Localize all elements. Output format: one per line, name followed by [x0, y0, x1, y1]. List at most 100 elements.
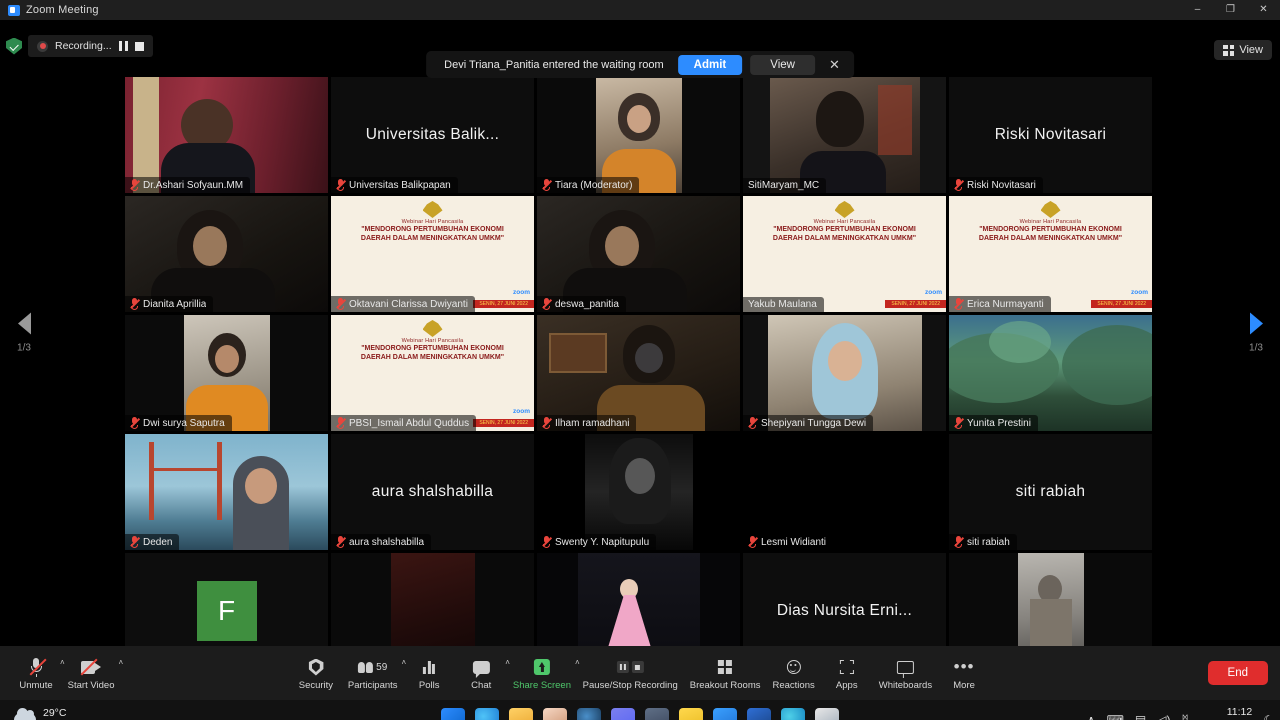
participant-tile[interactable]: Universitas Balik... Universitas Balikpa… — [331, 77, 534, 193]
participant-tile[interactable]: Dwi surya Saputra — [125, 315, 328, 431]
shield-check-icon[interactable] — [6, 37, 22, 55]
participant-tile[interactable]: deswa_panitia — [537, 196, 740, 312]
whiteboards-button[interactable]: Whiteboards — [873, 652, 938, 694]
taskbar-icon-steam[interactable] — [577, 708, 601, 720]
microphone-muted-icon — [336, 179, 345, 191]
participant-tile[interactable]: F Friska Chintia Kemiliani — [125, 553, 328, 646]
taskbar-icon-zoom[interactable] — [713, 708, 737, 720]
next-page-control[interactable]: 1/3 — [1238, 312, 1274, 354]
window-title: Zoom Meeting — [26, 4, 99, 16]
participant-tile[interactable]: Dr.Ashari Sofyaun.MM — [125, 77, 328, 193]
close-button[interactable]: ✕ — [1247, 0, 1280, 20]
participant-tile[interactable]: PBSI_IKA SEPTIANI TAUFAN — [949, 553, 1152, 646]
participant-name-badge: Universitas Balikpapan — [331, 177, 458, 193]
tray-chevron-icon[interactable]: ∧ — [1087, 714, 1096, 720]
participant-name: PBSI_Ismail Abdul Quddus — [349, 417, 470, 429]
participant-tile[interactable]: Webinar Hari Pancasila "MENDORONG PERTUM… — [331, 196, 534, 312]
pause-stop-recording-button[interactable]: Pause/Stop Recording — [577, 652, 684, 694]
microphone-muted-icon — [748, 536, 757, 548]
participant-name: Dianita Aprillia — [143, 298, 207, 310]
minimize-button[interactable]: – — [1181, 0, 1214, 20]
participant-tile[interactable]: Dianita Aprillia — [125, 196, 328, 312]
notifications-icon[interactable]: ☾ — [1263, 714, 1274, 720]
chevron-left-icon[interactable] — [17, 312, 31, 335]
whiteboards-label: Whiteboards — [878, 680, 933, 691]
participant-tile[interactable]: RIRIN — [537, 553, 740, 646]
taskbar-icon-anime-app[interactable] — [543, 708, 567, 720]
end-meeting-button[interactable]: End — [1207, 661, 1268, 685]
participant-tile[interactable]: siti rabiah siti rabiah — [949, 434, 1152, 550]
admit-button[interactable]: Admit — [677, 54, 743, 75]
breakout-rooms-button[interactable]: Breakout Rooms — [684, 652, 767, 694]
participant-name: Yakub Maulana — [748, 299, 817, 310]
chat-label: Chat — [471, 680, 492, 691]
garuda-emblem-icon — [422, 320, 443, 337]
more-button[interactable]: ••• More — [938, 652, 990, 694]
taskbar-icon-telegram[interactable] — [475, 708, 499, 720]
microphone-muted-icon — [130, 417, 139, 429]
taskbar-icon-office[interactable] — [815, 708, 839, 720]
participant-tile[interactable]: Yunita Prestini — [949, 315, 1152, 431]
weather-widget[interactable]: 29°C Berawan — [6, 707, 82, 720]
keyboard-icon[interactable]: ⌨ — [1107, 714, 1124, 720]
apps-button[interactable]: Apps — [821, 652, 873, 694]
garuda-emblem-icon — [1040, 201, 1061, 218]
bluetooth-icon[interactable]: ᛗ — [1181, 714, 1188, 720]
chat-button[interactable]: Chat — [455, 652, 507, 694]
share-screen-button[interactable]: Share Screen — [507, 652, 577, 694]
participant-grid: Dr.Ashari Sofyaun.MM Universitas Balik..… — [125, 77, 1155, 646]
ellipsis-icon: ••• — [953, 657, 975, 676]
participant-name: Dwi surya Saputra — [143, 417, 225, 429]
clock-time[interactable]: 11:12 — [1200, 706, 1253, 720]
participant-tile[interactable]: Deden — [125, 434, 328, 550]
participant-name-badge: Yunita Prestini — [949, 415, 1038, 431]
maximize-button[interactable]: ❐ — [1214, 0, 1247, 20]
share-screen-label: Share Screen — [512, 680, 571, 691]
recording-controls: Recording... — [28, 35, 153, 57]
participant-tile[interactable]: Fitri Dwi Handayani — [331, 553, 534, 646]
taskbar-icon-file-explorer[interactable] — [509, 708, 533, 720]
taskbar-icon-start-button[interactable] — [441, 708, 465, 720]
participant-name: deswa_panitia — [555, 298, 619, 310]
participant-tile[interactable]: Swenty Y. Napitupulu — [537, 434, 740, 550]
view-waiting-room-button[interactable]: View — [750, 54, 815, 75]
breakout-rooms-icon — [718, 656, 733, 678]
participant-tile[interactable]: aura shalshabilla aura shalshabilla — [331, 434, 534, 550]
view-button[interactable]: View — [1214, 40, 1272, 60]
participant-tile[interactable]: Shepiyani Tungga Dewi — [743, 315, 946, 431]
volume-icon[interactable]: ◁) — [1157, 714, 1170, 720]
security-button[interactable]: Security — [290, 652, 342, 694]
taskbar-icon-media-player[interactable] — [747, 708, 771, 720]
network-icon[interactable]: ▤ — [1135, 714, 1146, 720]
stop-icon[interactable] — [134, 41, 144, 51]
taskbar-icon-discord[interactable] — [611, 708, 635, 720]
participant-tile[interactable]: Webinar Hari Pancasila "MENDORONG PERTUM… — [743, 196, 946, 312]
participant-tile[interactable]: Lesmi Widianti — [743, 434, 946, 550]
taskbar-icon-edge[interactable] — [781, 708, 805, 720]
pause-icon[interactable] — [118, 41, 128, 51]
polls-label: Polls — [418, 680, 440, 691]
participant-tile[interactable]: Webinar Hari Pancasila "MENDORONG PERTUM… — [331, 315, 534, 431]
microphone-muted-icon — [130, 179, 139, 191]
participants-button[interactable]: 59 Participants — [342, 652, 404, 694]
polls-button[interactable]: Polls — [403, 652, 455, 694]
participant-display-name: Riski Novitasari — [994, 126, 1107, 143]
participant-name-badge: PBSI_Ismail Abdul Quddus — [331, 415, 477, 431]
participant-tile[interactable]: Tiara (Moderator) — [537, 77, 740, 193]
close-notification-icon[interactable]: ✕ — [829, 58, 840, 71]
garuda-emblem-icon — [834, 201, 855, 218]
participant-tile[interactable]: Webinar Hari Pancasila "MENDORONG PERTUM… — [949, 196, 1152, 312]
view-button-label: View — [1239, 44, 1263, 56]
unmute-button[interactable]: Unmute — [10, 652, 62, 694]
chevron-right-icon[interactable] — [1249, 312, 1263, 335]
reactions-button[interactable]: Reactions — [766, 652, 820, 694]
participant-tile[interactable]: Dias Nursita Erni... Dias Nursita Erni P… — [743, 553, 946, 646]
previous-page-control[interactable]: 1/3 — [6, 312, 42, 354]
participant-tile[interactable]: Riski Novitasari Riski Novitasari — [949, 77, 1152, 193]
participant-tile[interactable]: SitiMaryam_MC — [743, 77, 946, 193]
taskbar-icon-stats-app[interactable] — [645, 708, 669, 720]
system-tray: ∧ ⌨ ▤ ◁) ᛗ 11:12 27/06/2022 ☾ — [1087, 706, 1274, 720]
participant-tile[interactable]: Ilham ramadhani — [537, 315, 740, 431]
taskbar-icon-sticky-notes[interactable] — [679, 708, 703, 720]
start-video-button[interactable]: Start Video — [62, 652, 121, 694]
